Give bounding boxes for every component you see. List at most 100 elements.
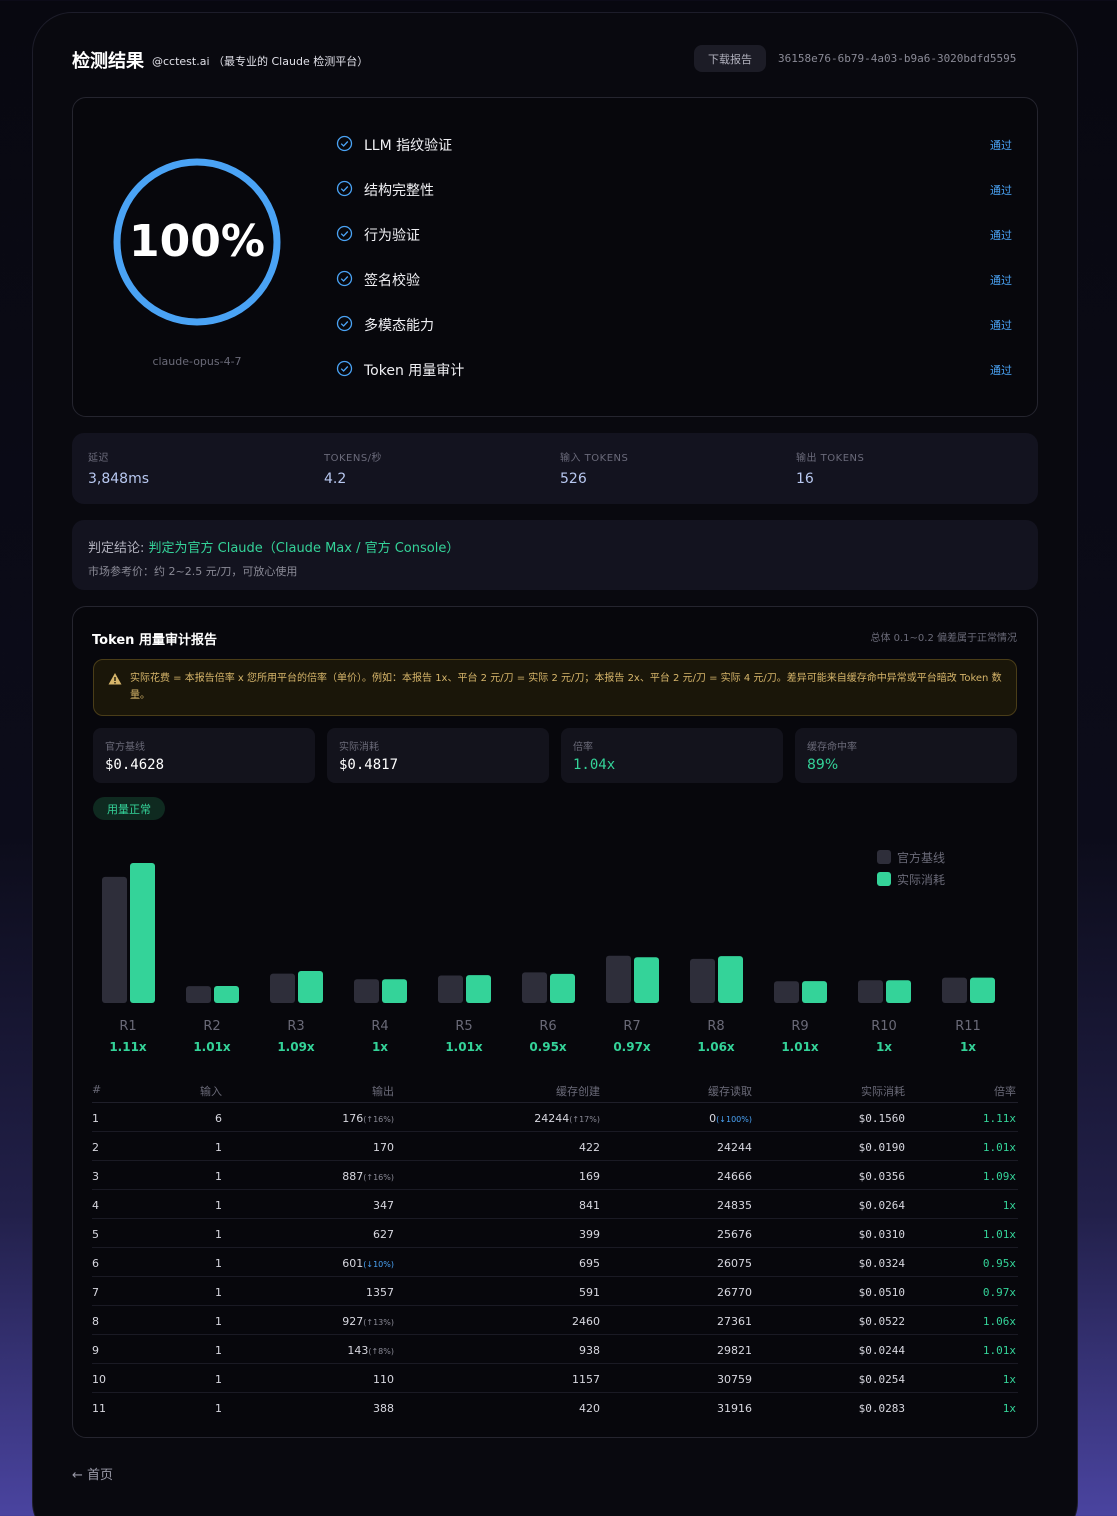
cell-value: $0.0190	[858, 1141, 905, 1154]
metric-value: $0.4817	[339, 757, 399, 773]
ratio-label: 1x	[960, 1040, 976, 1054]
cell-value: $0.0510	[858, 1286, 905, 1299]
bar-baseline	[522, 972, 547, 1003]
legend-swatch	[877, 872, 891, 886]
check-label: 行为验证	[364, 228, 420, 244]
cell-value: 27361	[717, 1315, 752, 1328]
stat-output-tokens: 输出 TOKENS 16	[796, 449, 864, 487]
check-label: 签名校验	[364, 273, 420, 289]
check-label: LLM 指纹验证	[364, 138, 453, 154]
cell-value: 388	[373, 1402, 394, 1415]
stat-tokens-per-sec: TOKENS/秒 4.2	[324, 449, 382, 487]
cell-value: 1	[215, 1286, 222, 1299]
cell-value: 2	[92, 1141, 99, 1154]
metric-baseline: 官方基线 $0.4628	[93, 728, 315, 783]
ratio-label: 0.95x	[529, 1040, 567, 1054]
cell-value: 1	[215, 1373, 222, 1386]
column-header: 实际消耗	[861, 1085, 905, 1098]
cell-in: 1	[215, 1344, 222, 1357]
check-status: 通过	[990, 184, 1012, 197]
cell-out: 143(↑8%)	[347, 1344, 394, 1357]
market-price: 市场参考价：约 2~2.5 元/刀，可放心使用	[88, 565, 298, 578]
cell-value: 24244	[534, 1112, 570, 1125]
cell-value: 420	[579, 1402, 600, 1415]
cell-cc: 420	[579, 1402, 600, 1415]
bar-baseline	[858, 980, 883, 1003]
cell-cr: 31916	[717, 1402, 752, 1415]
cell-value: 1x	[1002, 1373, 1016, 1386]
x-tick-label: R1	[119, 1019, 136, 1034]
check-label: 多模态能力	[364, 318, 434, 334]
metric-label: 官方基线	[105, 742, 145, 753]
ratio-label: 1.01x	[193, 1040, 231, 1054]
cell-value: 591	[579, 1286, 600, 1299]
legend-swatch	[877, 850, 891, 864]
audit-note: 总体 0.1~0.2 偏差属于正常情况	[870, 633, 1017, 644]
cell-value: 1	[215, 1344, 222, 1357]
cell-in: 1	[215, 1286, 222, 1299]
x-tick-label: R2	[203, 1019, 220, 1034]
cell-ratio: 1.01x	[983, 1141, 1016, 1154]
model-name: claude-opus-4-7	[152, 355, 242, 368]
cell-value: $0.0522	[858, 1315, 905, 1328]
cell-n: 3	[92, 1170, 99, 1183]
cell-n: 2	[92, 1141, 99, 1154]
cell-value: 1	[215, 1199, 222, 1212]
cell-cr: 29821	[717, 1344, 752, 1357]
cell-in: 1	[215, 1141, 222, 1154]
cell-value: 1.01x	[982, 1141, 1016, 1154]
cell-in: 1	[215, 1315, 222, 1328]
cell-cr: 24244	[717, 1141, 752, 1154]
cell-in: 1	[215, 1228, 222, 1241]
cell-value: 143	[347, 1344, 369, 1357]
back-home-link[interactable]: ← 首页	[72, 1464, 113, 1483]
x-tick-label: R5	[455, 1019, 472, 1034]
x-tick-label: R6	[539, 1019, 556, 1034]
cell-cc: 2460	[572, 1315, 600, 1328]
cell-value: 627	[373, 1228, 394, 1241]
cell-value: 422	[579, 1141, 600, 1154]
cell-value: 11	[92, 1402, 106, 1415]
download-report-button[interactable]: 下载报告	[694, 45, 766, 72]
bar-baseline	[942, 977, 967, 1003]
cell-n: 7	[92, 1286, 99, 1299]
cell-cr: 26075	[717, 1257, 752, 1270]
ratio-label: 1.06x	[697, 1040, 735, 1054]
check-circle-icon	[336, 180, 353, 197]
cell-value: 1157	[572, 1373, 600, 1386]
cell-cost: $0.0244	[859, 1344, 905, 1357]
x-tick-label: R11	[955, 1019, 981, 1034]
cell-out: 176(↑16%)	[342, 1112, 394, 1125]
table-row: 5 1 627 399 25676 $0.0310 1.01x	[92, 1219, 1018, 1248]
audit-title: Token 用量审计报告	[92, 633, 217, 648]
cell-ratio: 1x	[1003, 1402, 1016, 1415]
x-tick-label: R7	[623, 1019, 640, 1034]
cell-value: $0.0254	[858, 1373, 905, 1386]
verdict-label: 判定结论:	[88, 541, 149, 556]
cell-value: 1x	[1002, 1402, 1016, 1415]
cell-value: 3	[92, 1170, 99, 1183]
cell-value: 887	[342, 1170, 364, 1183]
cell-value: $0.0356	[858, 1170, 905, 1183]
cell-n: 9	[92, 1344, 99, 1357]
check-row: 多模态能力 通过	[336, 314, 1016, 334]
check-circle-icon	[336, 270, 353, 287]
ratio-label: 1.01x	[781, 1040, 819, 1054]
check-circle-icon	[336, 360, 353, 377]
stat-input-tokens: 输入 TOKENS 526	[560, 449, 628, 487]
cell-value: 0.95x	[982, 1257, 1016, 1270]
cell-cost: $0.0510	[859, 1286, 905, 1299]
cell-value: 1.06x	[982, 1315, 1016, 1328]
bar-actual	[970, 977, 995, 1003]
table-row: 11 1 388 420 31916 $0.0283 1x	[92, 1393, 1018, 1422]
check-status: 通过	[990, 139, 1012, 152]
table-row: 4 1 347 841 24835 $0.0264 1x	[92, 1190, 1018, 1219]
cell-cost: $0.0283	[859, 1402, 905, 1415]
ratio-label: 1x	[372, 1040, 388, 1054]
bar-actual	[298, 971, 323, 1003]
check-status: 通过	[990, 274, 1012, 287]
cell-cr: 24835	[717, 1199, 752, 1212]
warning-icon	[108, 673, 122, 685]
cell-cc: 169	[579, 1170, 600, 1183]
cell-value: 26770	[717, 1286, 752, 1299]
